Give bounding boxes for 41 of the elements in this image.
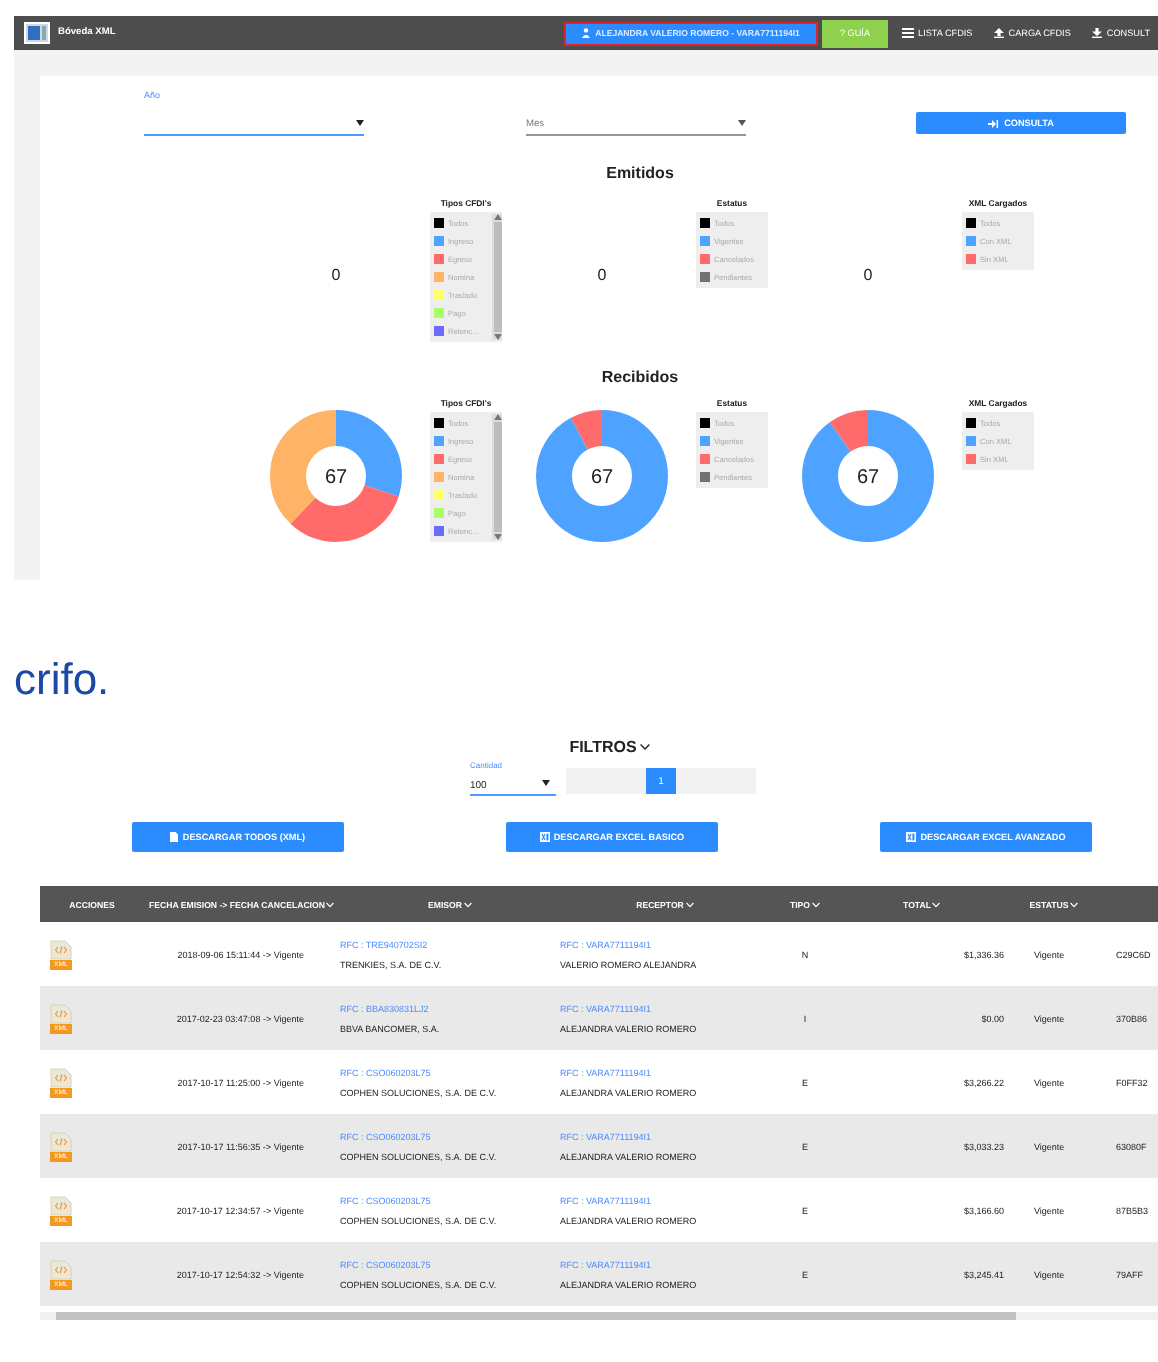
code-file-icon[interactable] [50, 939, 72, 959]
donut-chart-drawing [270, 409, 402, 541]
dropdown-arrow-icon [356, 120, 364, 126]
chart-value: 0 [863, 266, 873, 284]
spreadsheet-icon [906, 832, 917, 842]
chart-value: 0 [331, 266, 341, 284]
document-logo-icon [24, 22, 50, 44]
sort-caret-icon [932, 901, 941, 907]
dropdown-arrow-icon [738, 120, 746, 126]
chevron-down-icon [640, 744, 651, 750]
sort-caret-icon [812, 901, 821, 907]
user-icon [581, 28, 590, 38]
list-icon [902, 28, 915, 38]
code-file-icon[interactable] [50, 1067, 72, 1087]
donut-chart-drawing [536, 409, 668, 541]
filters-toggle[interactable]: FILTROS [0, 736, 1158, 758]
sort-caret-icon [685, 901, 694, 907]
legend-scrollbar[interactable] [492, 214, 502, 340]
section-title: Emitidos [604, 164, 676, 182]
code-file-icon[interactable] [50, 1003, 72, 1023]
donut-chart-drawing [802, 409, 934, 541]
dropdown-arrow-icon [542, 780, 550, 786]
chart-total: 67 [324, 466, 348, 488]
download-icon [1092, 28, 1103, 38]
sort-caret-icon [1070, 901, 1079, 907]
sign-in-icon [988, 119, 999, 127]
section-title: Recibidos [599, 368, 681, 386]
sort-caret-icon [463, 901, 472, 907]
brand-text-fragment: crifo. [14, 652, 110, 708]
spreadsheet-icon [539, 832, 550, 842]
legend-scrollbar[interactable] [492, 414, 502, 540]
file-icon [170, 832, 179, 842]
upload-icon [994, 28, 1005, 38]
chart-total: 67 [590, 466, 614, 488]
chart-value: 0 [597, 266, 607, 284]
code-file-icon[interactable] [50, 1259, 72, 1279]
code-file-icon[interactable] [50, 1131, 72, 1151]
code-file-icon[interactable] [50, 1195, 72, 1215]
horizontal-scrollbar[interactable] [40, 1312, 1158, 1320]
sort-caret-icon [326, 901, 335, 907]
chart-total: 67 [856, 466, 880, 488]
